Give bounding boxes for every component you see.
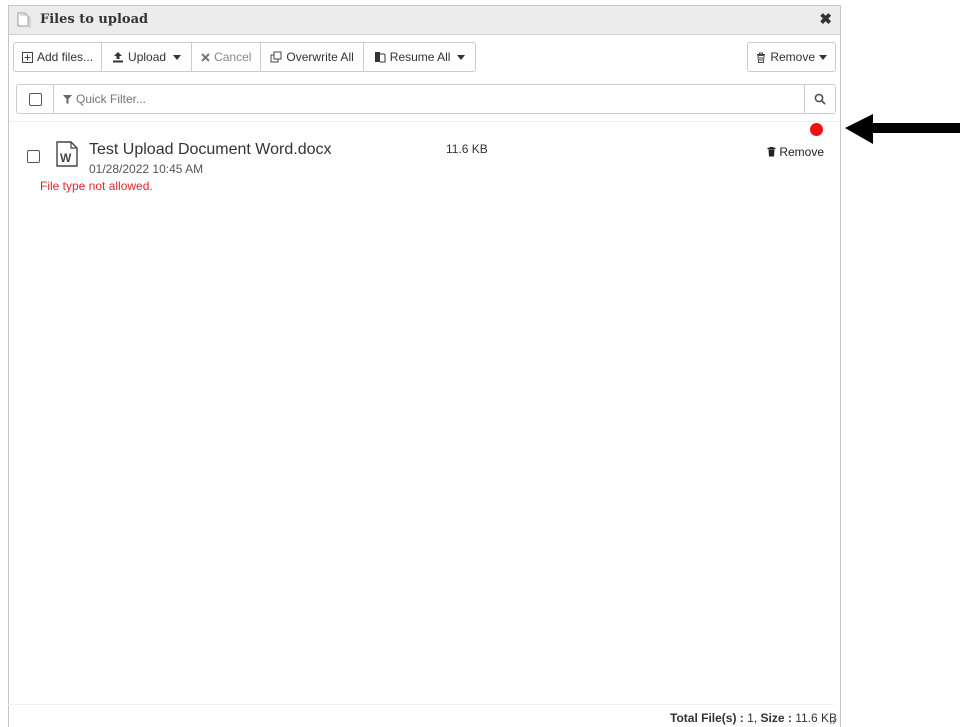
footer-divider: [8, 704, 833, 705]
upload-icon: [112, 51, 124, 63]
resize-grip-icon[interactable]: [829, 717, 837, 725]
file-icon: [17, 12, 31, 28]
cancel-label: Cancel: [214, 50, 252, 64]
resume-all-label: Resume All: [389, 50, 451, 64]
remove-all-button[interactable]: Remove: [747, 42, 836, 72]
file-size: 11.6 KB: [446, 142, 488, 156]
resume-icon: [374, 51, 386, 63]
overwrite-all-label: Overwrite All: [286, 50, 354, 64]
remove-file-button[interactable]: Remove: [767, 145, 824, 159]
file-select-checkbox[interactable]: [27, 150, 40, 163]
total-files-count: 1: [747, 711, 754, 725]
file-error-message: File type not allowed.: [40, 179, 153, 193]
remove-all-label: Remove: [770, 50, 815, 64]
plus-square-icon: [22, 51, 33, 63]
filter-icon: [63, 94, 72, 104]
divider: [9, 121, 840, 122]
resume-all-button[interactable]: Resume All: [362, 42, 477, 72]
quick-filter-bar: [16, 84, 836, 114]
word-doc-icon: W: [56, 141, 78, 167]
search-button[interactable]: [804, 85, 835, 113]
remove-file-label: Remove: [779, 145, 824, 159]
overwrite-icon: [270, 51, 282, 63]
upload-label: Upload: [128, 50, 167, 64]
chevron-down-icon: [819, 54, 827, 60]
footer-summary: Total File(s) : 1, Size : 11.6 KB: [670, 711, 837, 725]
toolbar: Add files... Upload Cancel Overwrite All: [13, 42, 477, 72]
svg-text:W: W: [60, 151, 72, 165]
add-files-button[interactable]: Add files...: [13, 42, 103, 72]
chevron-down-icon: [457, 54, 466, 60]
close-icon[interactable]: ✖: [819, 10, 832, 28]
file-list-item: W Test Upload Document Word.docx 01/28/2…: [9, 131, 840, 201]
upload-dialog: Files to upload ✖ Add files... Upload Ca…: [8, 5, 841, 727]
quick-filter-input[interactable]: [76, 92, 676, 106]
trash-icon: [767, 147, 776, 157]
title-bar: Files to upload ✖: [9, 6, 840, 35]
upload-button[interactable]: Upload: [101, 42, 193, 72]
total-size-label: Size :: [760, 711, 792, 725]
trash-icon: [756, 52, 766, 63]
arrow-left-icon: [845, 114, 960, 144]
error-status-dot: [810, 123, 823, 136]
cancel-icon: [201, 52, 210, 62]
cancel-button[interactable]: Cancel: [191, 42, 262, 72]
total-files-label: Total File(s) :: [670, 711, 744, 725]
search-icon: [814, 93, 826, 105]
quick-filter-field: [54, 92, 804, 106]
add-files-label: Add files...: [37, 50, 94, 64]
overwrite-all-button[interactable]: Overwrite All: [260, 42, 364, 72]
footer-comma: ,: [753, 711, 761, 725]
chevron-down-icon: [173, 54, 182, 60]
file-name: Test Upload Document Word.docx: [89, 141, 332, 158]
select-all-cell: [17, 85, 54, 113]
select-all-checkbox[interactable]: [28, 92, 42, 106]
dialog-title: Files to upload: [40, 12, 149, 27]
file-date: 01/28/2022 10:45 AM: [89, 162, 204, 176]
